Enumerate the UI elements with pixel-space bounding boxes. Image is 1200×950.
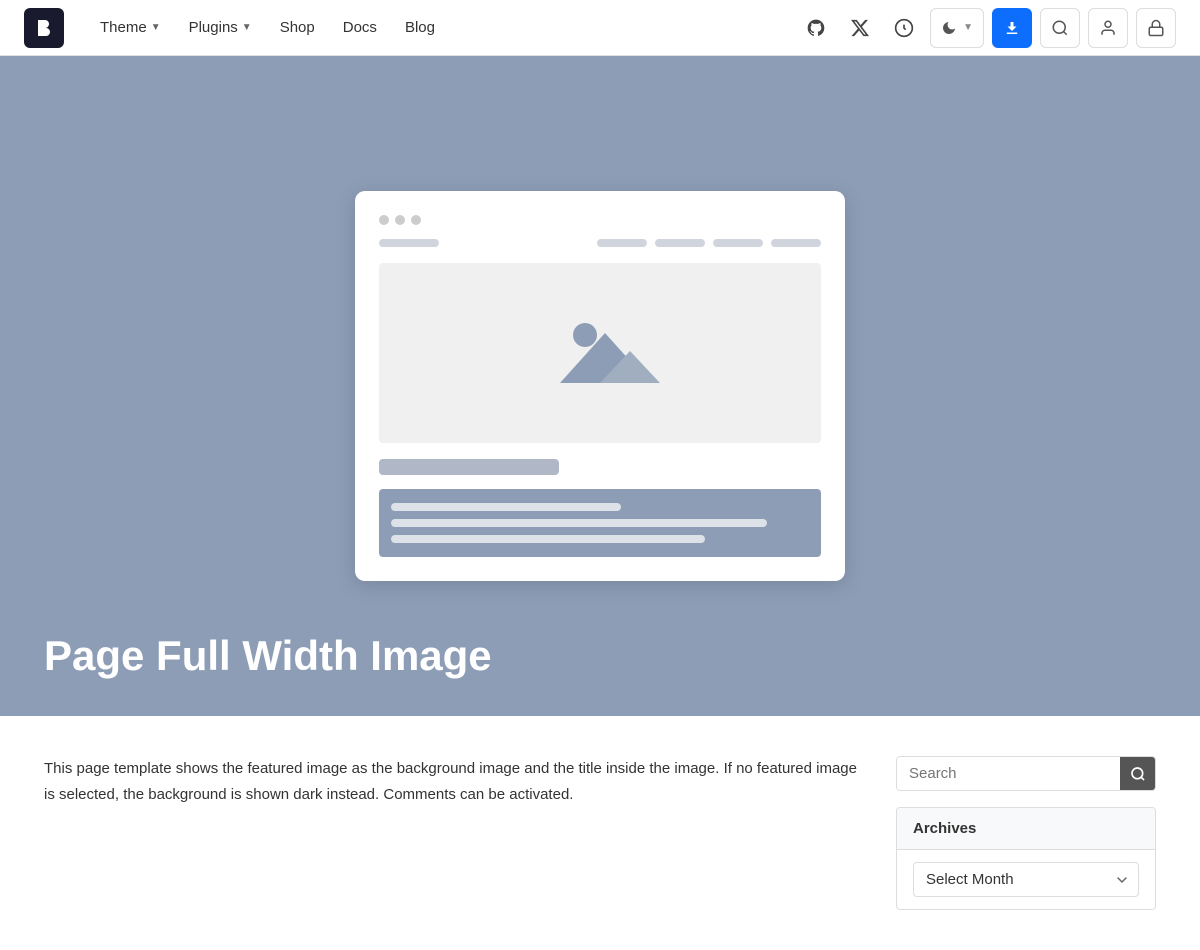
- search-box: [896, 756, 1156, 791]
- site-logo[interactable]: [24, 8, 64, 48]
- logo-icon: [32, 16, 56, 40]
- blog-nav-label: Blog: [405, 19, 435, 36]
- card-topbar: [379, 215, 821, 225]
- navbar: Theme ▼ Plugins ▼ Shop Docs Blog: [0, 0, 1200, 56]
- search-submit-button[interactable]: [1120, 757, 1155, 790]
- user-button[interactable]: [1088, 8, 1128, 48]
- plugins-caret: ▼: [242, 22, 252, 33]
- docs-nav-link[interactable]: Docs: [331, 13, 389, 42]
- main-content: This page template shows the featured im…: [44, 756, 864, 910]
- lock-icon: [1147, 19, 1165, 37]
- download-button[interactable]: [992, 8, 1032, 48]
- theme-toggle-button[interactable]: ▼: [930, 8, 984, 48]
- archives-widget: Archives Select Month January 2024 Decem…: [896, 807, 1156, 910]
- theme-nav-label: Theme: [100, 19, 147, 36]
- footer-line-3: [391, 535, 705, 543]
- search-icon: [1051, 19, 1069, 37]
- hero-mockup-card: [355, 191, 845, 581]
- blog-nav-link[interactable]: Blog: [393, 13, 447, 42]
- hero-title: Page Full Width Image: [44, 632, 492, 680]
- plugins-nav-label: Plugins: [189, 19, 238, 36]
- theme-caret-icon: ▼: [963, 22, 973, 33]
- download-icon: [1003, 19, 1021, 37]
- navbar-search-button[interactable]: [1040, 8, 1080, 48]
- header-line-3: [655, 239, 705, 247]
- archives-select[interactable]: Select Month January 2024 December 2023 …: [913, 862, 1139, 897]
- header-line-4: [713, 239, 763, 247]
- main-text: This page template shows the featured im…: [44, 756, 864, 807]
- card-title-bar: [379, 459, 559, 475]
- dot-2: [395, 215, 405, 225]
- lock-button[interactable]: [1136, 8, 1176, 48]
- docs-nav-label: Docs: [343, 19, 377, 36]
- search-input[interactable]: [897, 757, 1120, 790]
- card-footer: [379, 489, 821, 557]
- refresh-icon[interactable]: [886, 10, 922, 46]
- search-submit-icon: [1130, 766, 1146, 782]
- theme-caret: ▼: [151, 22, 161, 33]
- dot-1: [379, 215, 389, 225]
- moon-icon: [941, 20, 957, 36]
- sidebar: Archives Select Month January 2024 Decem…: [896, 756, 1156, 910]
- content-area: This page template shows the featured im…: [0, 716, 1200, 950]
- header-line-5: [771, 239, 821, 247]
- github-icon[interactable]: [798, 10, 834, 46]
- card-image-placeholder: [379, 263, 821, 443]
- dot-3: [411, 215, 421, 225]
- card-header: [379, 239, 821, 247]
- archives-select-wrap: Select Month January 2024 December 2023 …: [897, 850, 1155, 909]
- theme-nav-link[interactable]: Theme ▼: [88, 13, 173, 42]
- archives-header: Archives: [897, 808, 1155, 850]
- shop-nav-link[interactable]: Shop: [268, 13, 327, 42]
- navbar-icons: ▼: [798, 8, 1176, 48]
- footer-line-1: [391, 503, 621, 511]
- hero-section: Page Full Width Image: [0, 56, 1200, 716]
- header-line-1: [379, 239, 439, 247]
- plugins-nav-link[interactable]: Plugins ▼: [177, 13, 264, 42]
- user-icon: [1099, 19, 1117, 37]
- twitter-icon[interactable]: [842, 10, 878, 46]
- footer-line-2: [391, 519, 767, 527]
- header-line-2: [597, 239, 647, 247]
- nav-links: Theme ▼ Plugins ▼ Shop Docs Blog: [88, 13, 798, 42]
- image-placeholder-icon: [540, 293, 660, 413]
- shop-nav-label: Shop: [280, 19, 315, 36]
